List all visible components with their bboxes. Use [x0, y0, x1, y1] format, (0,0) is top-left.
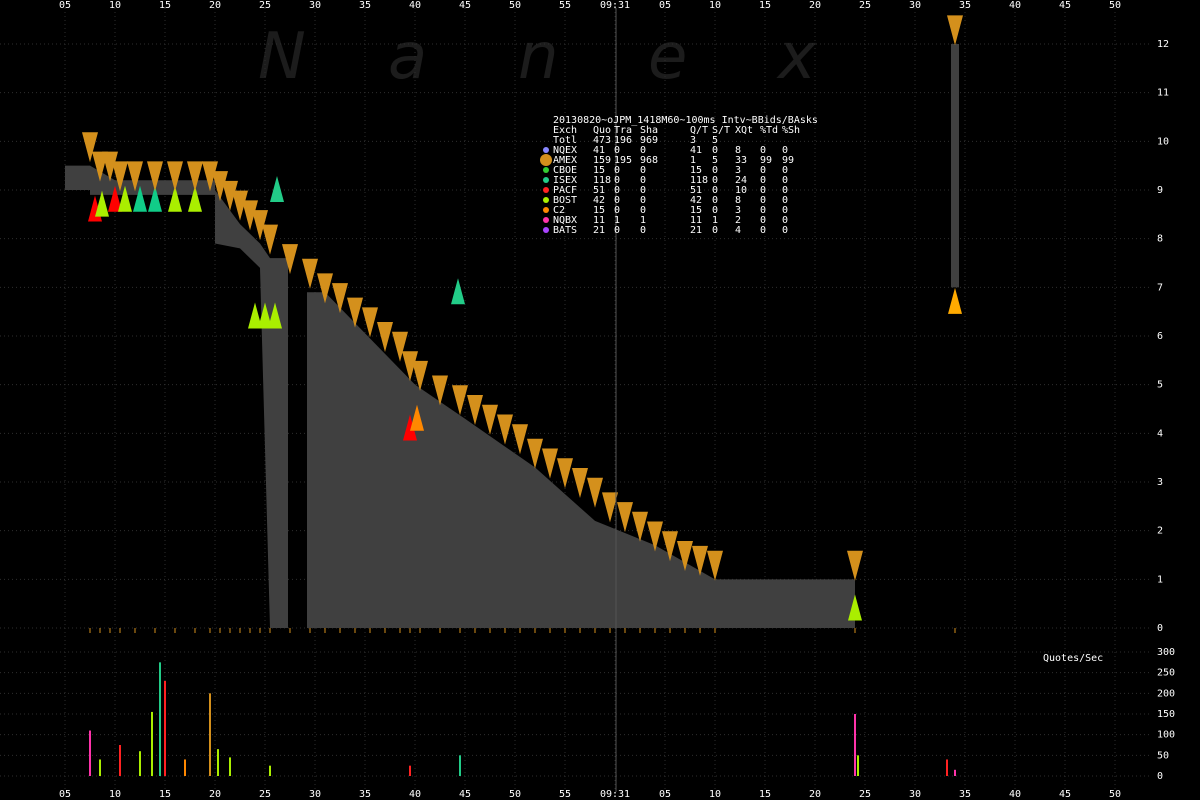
x-tick-label-bottom: 05: [59, 789, 71, 800]
x-tick-label-bottom: 35: [359, 789, 371, 800]
price-tick-label: 3: [1157, 477, 1163, 488]
table-cell: 0: [640, 225, 646, 236]
x-tick-label-top: 05: [59, 0, 71, 11]
table-cell: 0: [614, 225, 620, 236]
x-tick-label-bottom: 15: [759, 789, 771, 800]
table-cell: 0: [712, 225, 718, 236]
table-cell: 4: [735, 225, 741, 236]
x-tick-label-bottom: 05: [659, 789, 671, 800]
table-cell: 21: [690, 225, 702, 236]
x-tick-label-top: 40: [1009, 0, 1021, 11]
x-tick-label-top: 45: [459, 0, 471, 11]
watermark-letter: x: [776, 20, 817, 94]
x-tick-label-bottom: 45: [1059, 789, 1071, 800]
x-tick-label-bottom: 40: [1009, 789, 1021, 800]
x-tick-label-top: 55: [559, 0, 571, 11]
volume-axis-label: Quotes/Sec: [1043, 653, 1103, 664]
x-tick-label-bottom: 20: [209, 789, 221, 800]
x-tick-label-bottom: 35: [959, 789, 971, 800]
spread-bar: [951, 44, 959, 288]
exchange-color-dot: [543, 227, 549, 233]
price-tick-label: 5: [1157, 380, 1163, 391]
table-cell: 0: [782, 225, 788, 236]
price-tick-label: 8: [1157, 234, 1163, 245]
x-tick-label-top: 35: [959, 0, 971, 11]
x-tick-label-bottom: 10: [709, 789, 721, 800]
x-tick-label-bottom: 45: [459, 789, 471, 800]
price-tick-label: 9: [1157, 185, 1163, 196]
exchange-color-dot: [543, 147, 549, 153]
price-tick-label: 12: [1157, 39, 1169, 50]
price-tick-label: 4: [1157, 428, 1163, 439]
x-tick-label-top: 09:31: [600, 0, 630, 11]
price-tick-label: 11: [1157, 88, 1169, 99]
watermark-letter: a: [388, 20, 427, 94]
volume-tick-label: 50: [1157, 750, 1169, 761]
table-cell: 21: [593, 225, 605, 236]
x-tick-label-top: 25: [859, 0, 871, 11]
table-cell: BATS: [553, 225, 577, 236]
x-tick-label-bottom: 25: [259, 789, 271, 800]
x-tick-label-bottom: 30: [309, 789, 321, 800]
x-tick-label-top: 15: [759, 0, 771, 11]
x-tick-label-bottom: 30: [909, 789, 921, 800]
x-tick-label-bottom: 09:31: [600, 789, 630, 800]
volume-tick-label: 150: [1157, 709, 1175, 720]
price-tick-label: 1: [1157, 574, 1163, 585]
exchange-color-dot: [543, 207, 549, 213]
x-tick-label-top: 50: [509, 0, 521, 11]
x-tick-label-bottom: 55: [559, 789, 571, 800]
volume-tick-label: 200: [1157, 688, 1175, 699]
table-header-cell: XQt: [735, 125, 753, 136]
x-tick-label-top: 10: [709, 0, 721, 11]
x-tick-label-top: 35: [359, 0, 371, 11]
x-tick-label-bottom: 15: [159, 789, 171, 800]
x-tick-label-top: 50: [1109, 0, 1121, 11]
price-tick-label: 0: [1157, 623, 1163, 634]
x-tick-label-top: 15: [159, 0, 171, 11]
volume-tick-label: 100: [1157, 730, 1175, 741]
exchange-color-dot: [543, 177, 549, 183]
x-tick-label-top: 05: [659, 0, 671, 11]
exchange-color-dot: [543, 167, 549, 173]
volume-tick-label: 250: [1157, 668, 1175, 679]
x-tick-label-top: 30: [909, 0, 921, 11]
table-header-cell: %Sh: [782, 125, 800, 136]
x-tick-label-top: 30: [309, 0, 321, 11]
exchange-color-dot: [543, 217, 549, 223]
x-tick-label-bottom: 25: [859, 789, 871, 800]
exchange-color-dot: [543, 197, 549, 203]
x-tick-label-bottom: 50: [509, 789, 521, 800]
price-tick-label: 2: [1157, 526, 1163, 537]
exchange-color-dot: [543, 187, 549, 193]
watermark-letter: n: [518, 20, 559, 94]
x-tick-label-bottom: 10: [109, 789, 121, 800]
watermark-letter: e: [648, 20, 687, 94]
x-tick-label-bottom: 20: [809, 789, 821, 800]
x-tick-label-top: 25: [259, 0, 271, 11]
table-cell: 0: [760, 225, 766, 236]
x-tick-label-top: 10: [109, 0, 121, 11]
options-quote-chart: N a n e x 05 10 15 20 25 30 35 40 45 50 55 09:31 05 1…: [0, 0, 1200, 800]
volume-tick-label: 0: [1157, 771, 1163, 782]
x-tick-label-bottom: 50: [1109, 789, 1121, 800]
x-tick-label-top: 20: [809, 0, 821, 11]
x-tick-label-top: 40: [409, 0, 421, 11]
volume-tick-label: 300: [1157, 647, 1175, 658]
x-tick-label-bottom: 40: [409, 789, 421, 800]
table-header-cell: %Td: [760, 125, 778, 136]
x-tick-label-top: 20: [209, 0, 221, 11]
price-tick-label: 10: [1157, 136, 1169, 147]
price-tick-label: 6: [1157, 331, 1163, 342]
price-tick-label: 7: [1157, 282, 1163, 293]
x-tick-label-top: 45: [1059, 0, 1071, 11]
exchange-color-dot: [540, 154, 552, 166]
